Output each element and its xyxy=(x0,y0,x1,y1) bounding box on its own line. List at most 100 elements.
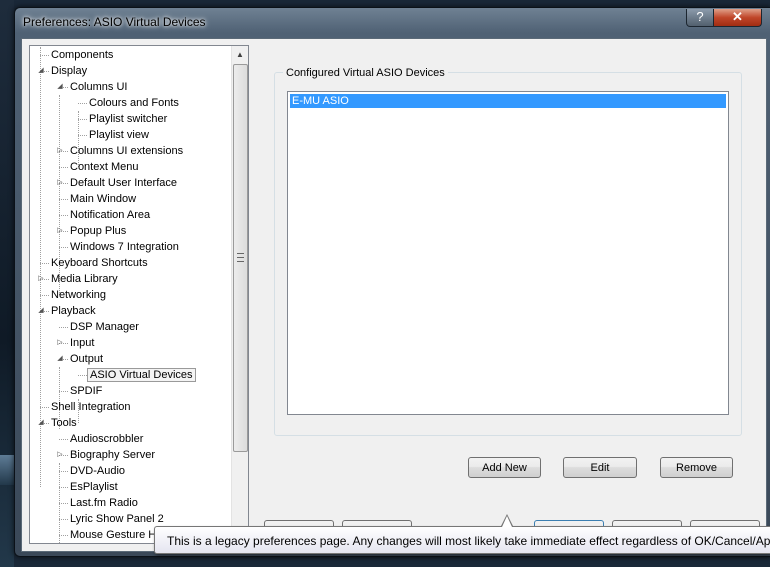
tree-item-label: Biography Server xyxy=(70,449,155,461)
tree-item[interactable]: Playlist switcher xyxy=(87,111,169,127)
tree-item-label: EsPlaylist xyxy=(70,481,118,493)
tree-scrollbar[interactable]: ▲ xyxy=(231,46,248,543)
tree-item-label: Windows 7 Integration xyxy=(70,241,179,253)
tree-item-label: Notification Area xyxy=(70,209,151,221)
tree-item[interactable]: Tools xyxy=(49,415,79,431)
tree-item[interactable]: SPDIF xyxy=(68,383,104,399)
tree-item-label: Shell Integration xyxy=(51,401,131,413)
tree-connector xyxy=(78,375,87,376)
tree-item[interactable]: Playlist view xyxy=(87,127,151,143)
tree-item[interactable]: Input xyxy=(68,335,96,351)
tree-connector xyxy=(59,167,68,168)
tree-connector xyxy=(59,215,68,216)
tree-item-label: Context Menu xyxy=(70,161,139,173)
collapsed-triangle-icon[interactable]: ▷ xyxy=(56,223,64,239)
tree-item[interactable]: Windows 7 Integration xyxy=(68,239,181,255)
collapsed-triangle-icon[interactable]: ▷ xyxy=(56,175,64,191)
collapsed-triangle-icon[interactable]: ▷ xyxy=(56,447,64,463)
help-button[interactable]: ? xyxy=(686,9,714,27)
tree-connector xyxy=(78,119,87,120)
tree-item[interactable]: Context Menu xyxy=(68,159,140,175)
tree-item[interactable]: Components xyxy=(49,47,115,63)
tree-item-label: Default User Interface xyxy=(70,177,177,189)
tree-item[interactable]: Lyric Show Panel 2 xyxy=(68,511,166,527)
tree-connector xyxy=(59,535,68,536)
tree-item[interactable]: Main Window xyxy=(68,191,138,207)
tree-item-label: Networking xyxy=(51,289,107,301)
tree-item[interactable]: Last.fm Radio xyxy=(68,495,140,511)
tree-item[interactable]: Networking xyxy=(49,287,108,303)
tree-item-label: Last.fm Radio xyxy=(70,497,138,509)
scroll-thumb[interactable] xyxy=(233,64,248,452)
tree-item-label: Output xyxy=(70,353,104,365)
tree-connector xyxy=(40,295,49,296)
devices-list[interactable]: E-MU ASIO xyxy=(287,91,729,415)
tree-item[interactable]: DSP Manager xyxy=(68,319,141,335)
title-bar[interactable]: Preferences: ASIO Virtual Devices ? ✕ xyxy=(15,8,770,34)
tree-connector xyxy=(40,407,49,408)
add-new-button[interactable]: Add New xyxy=(468,457,541,478)
tree-item[interactable]: EsPlaylist xyxy=(68,479,120,495)
legacy-page-tooltip: This is a legacy preferences page. Any c… xyxy=(154,526,770,554)
expanded-triangle-icon[interactable]: ◢ xyxy=(56,79,64,95)
tree-item[interactable]: DVD-Audio xyxy=(68,463,127,479)
expanded-triangle-icon[interactable]: ◢ xyxy=(37,63,45,79)
tree-item[interactable]: Shell Integration xyxy=(49,399,133,415)
close-button[interactable]: ✕ xyxy=(713,9,762,27)
collapsed-triangle-icon[interactable]: ▷ xyxy=(56,143,64,159)
expanded-triangle-icon[interactable]: ◢ xyxy=(37,415,45,431)
tree-connector xyxy=(59,247,68,248)
tree-item[interactable]: Output xyxy=(68,351,105,367)
tree-item-label: Keyboard Shortcuts xyxy=(51,257,148,269)
tree-item[interactable]: Columns UI xyxy=(68,79,129,95)
tree-item[interactable]: Popup Plus xyxy=(68,223,128,239)
tree-item-label: Main Window xyxy=(70,193,137,205)
collapsed-triangle-icon[interactable]: ▷ xyxy=(56,335,64,351)
tree-item-label: DVD-Audio xyxy=(70,465,126,477)
tree-item-label: Playlist switcher xyxy=(89,113,168,125)
expanded-triangle-icon[interactable]: ◢ xyxy=(56,351,64,367)
tree-connector xyxy=(59,327,68,328)
grip-icon xyxy=(237,253,244,262)
scroll-up-arrow-icon[interactable]: ▲ xyxy=(232,46,248,63)
tree-item[interactable]: Notification Area xyxy=(68,207,152,223)
tree-item-label: Mouse Gesture H xyxy=(70,529,157,541)
tree-item[interactable]: Biography Server xyxy=(68,447,157,463)
tree-connector xyxy=(59,439,68,440)
tree-item-label: Colours and Fonts xyxy=(89,97,179,109)
tree-item[interactable]: Columns UI extensions xyxy=(68,143,185,159)
tree-item-label: Playlist view xyxy=(89,129,149,141)
preferences-window: Preferences: ASIO Virtual Devices ? ✕ Co… xyxy=(14,7,770,557)
tree-item[interactable]: Audioscrobbler xyxy=(68,431,145,447)
desktop-glow xyxy=(0,455,14,485)
tree-item[interactable]: Default User Interface xyxy=(68,175,179,191)
remove-button[interactable]: Remove xyxy=(660,457,733,478)
tree-item-label: Playback xyxy=(51,305,96,317)
expanded-triangle-icon[interactable]: ◢ xyxy=(37,303,45,319)
tree-item-label: Popup Plus xyxy=(70,225,127,237)
tree-item-label: Display xyxy=(51,65,88,77)
tree-item-label: Media Library xyxy=(51,273,118,285)
group-label: Configured Virtual ASIO Devices xyxy=(283,67,448,79)
tree-connector xyxy=(78,103,87,104)
edit-button[interactable]: Edit xyxy=(563,457,637,478)
tree-connector xyxy=(40,263,49,264)
tree-item[interactable]: Mouse Gesture H xyxy=(68,527,158,543)
list-item[interactable]: E-MU ASIO xyxy=(290,94,726,108)
collapsed-triangle-icon[interactable]: ▷ xyxy=(37,271,45,287)
tree-item[interactable]: Playback xyxy=(49,303,98,319)
preferences-tree[interactable]: Components ◢ Display ◢ Columns UI Colours and… xyxy=(29,45,249,544)
tree-item-label: Audioscrobbler xyxy=(70,433,144,445)
tree-item[interactable]: Media Library xyxy=(49,271,120,287)
tree-item[interactable]: ASIO Virtual Devices xyxy=(87,367,196,383)
tree-item[interactable]: Display xyxy=(49,63,89,79)
tree-item-label: Input xyxy=(70,337,95,349)
tree-item-label: Columns UI extensions xyxy=(70,145,184,157)
tree-item[interactable]: Keyboard Shortcuts xyxy=(49,255,150,271)
tree-connector xyxy=(59,519,68,520)
tree-item-label: SPDIF xyxy=(70,385,103,397)
tree-connector xyxy=(59,391,68,392)
tree-item-label: Lyric Show Panel 2 xyxy=(70,513,164,525)
tree-connector xyxy=(59,503,68,504)
tree-item[interactable]: Colours and Fonts xyxy=(87,95,181,111)
